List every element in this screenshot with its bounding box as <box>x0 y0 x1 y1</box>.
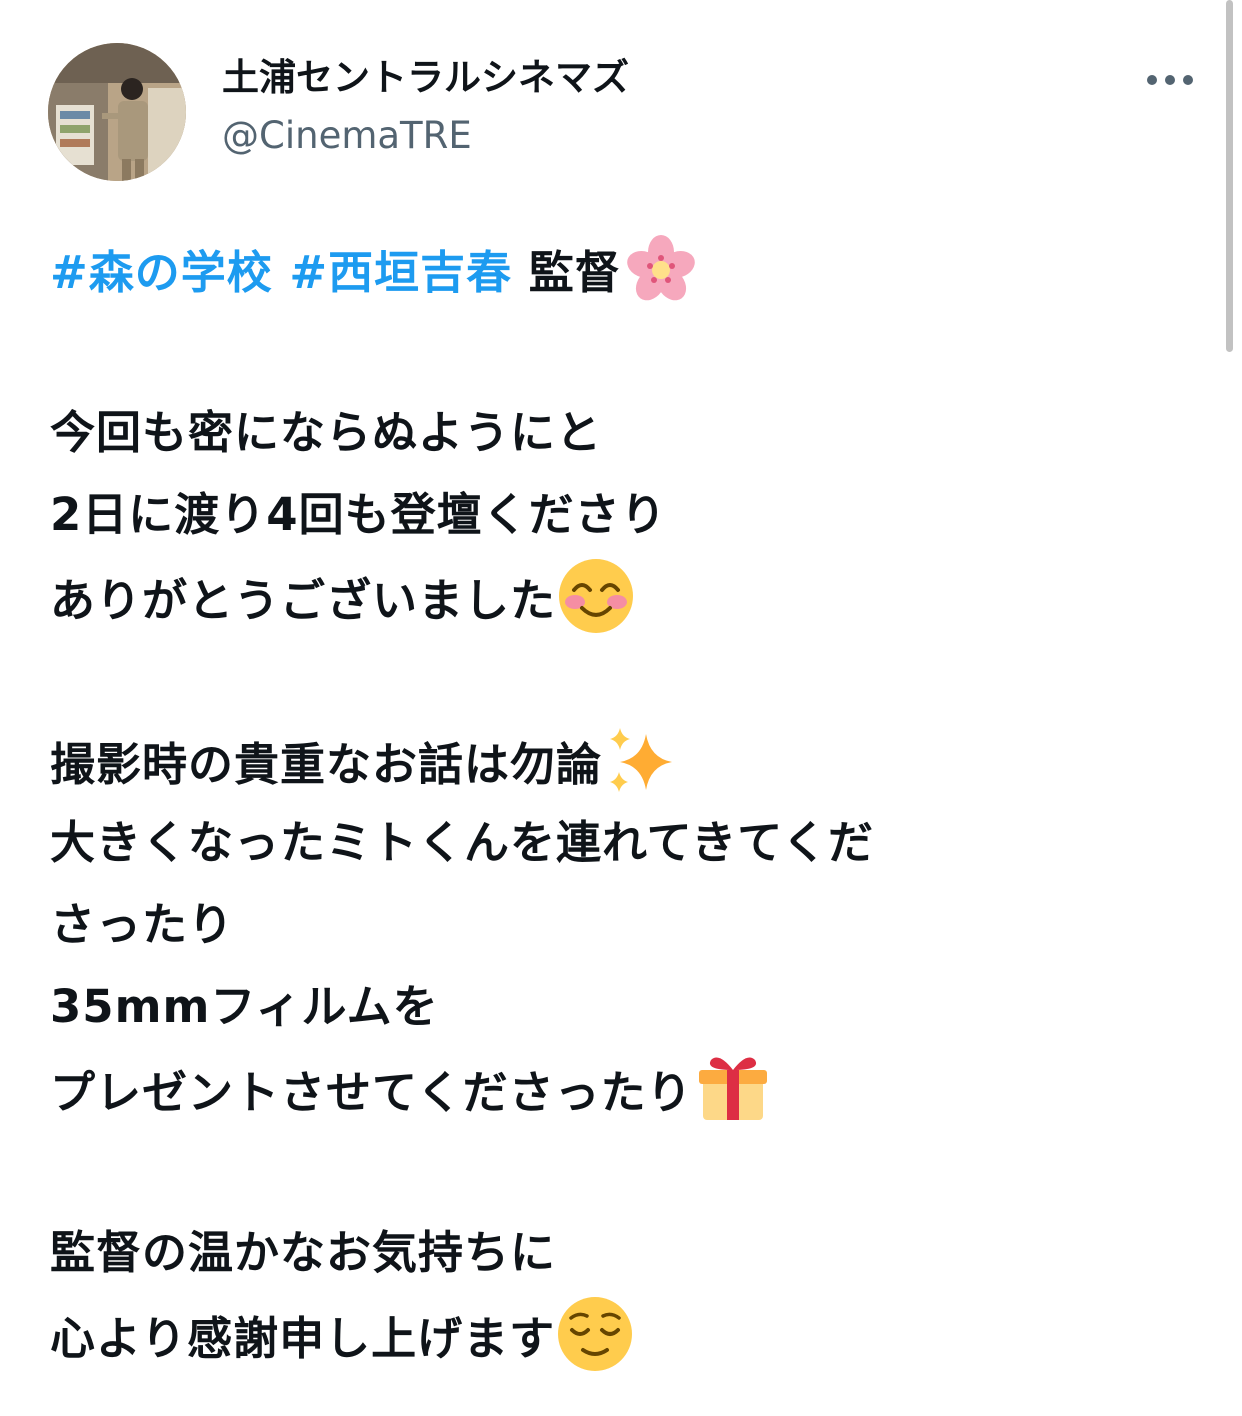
tweet-line-text: 心より感謝申し上げます <box>50 1312 556 1365</box>
tweet-line: 2日に渡り4回も登壇くださり <box>50 488 667 541</box>
tweet-line: 大きくなったミトくんを連れてきてくだ <box>50 816 874 869</box>
avatar[interactable] <box>48 43 186 181</box>
account-handle[interactable]: @CinemaTRE <box>222 112 472 160</box>
tweet-text: #森の学校 #西垣吉春 監督 今回も密にならぬようにと 2日に渡り4回も登壇くだ… <box>50 228 1210 1376</box>
tweet-line-text: プレゼントさせてくださったり <box>50 1066 693 1119</box>
scrollbar[interactable] <box>1226 0 1233 352</box>
tweet-line-text: ありがとうございました <box>50 574 557 627</box>
tweet-line: プレゼントさせてくださったり <box>50 1048 1210 1130</box>
title-suffix: 監督 <box>512 246 621 299</box>
tweet-line-text: 撮影時の貴重なお話は勿論 <box>50 738 603 791</box>
tweet-line: #森の学校 #西垣吉春 監督 <box>50 228 1210 310</box>
sparkles-icon <box>602 720 682 800</box>
hashtag-link[interactable]: #森の学校 <box>50 246 273 299</box>
display-name[interactable]: 土浦セントラルシネマズ <box>222 54 629 102</box>
tweet-line: さったり <box>50 898 235 951</box>
smiling-face-icon <box>556 556 636 636</box>
more-options-button[interactable] <box>1140 62 1200 98</box>
tweet-line: 撮影時の貴重なお話は勿論 <box>50 720 1210 802</box>
more-horizontal-icon <box>1147 75 1193 85</box>
tweet-line: 監督の温かなお気持ちに <box>50 1226 557 1279</box>
tweet-line: 今回も密にならぬようにと <box>50 406 603 459</box>
relieved-face-icon <box>555 1294 635 1374</box>
gift-icon <box>693 1048 773 1128</box>
cherry-blossom-icon <box>621 228 701 308</box>
hashtag-link[interactable]: #西垣吉春 <box>289 246 512 299</box>
tweet-line: 心より感謝申し上げます <box>50 1294 1210 1376</box>
tweet-line: ありがとうございました <box>50 556 1210 638</box>
tweet-line: 35mmフィルムを <box>50 980 439 1033</box>
